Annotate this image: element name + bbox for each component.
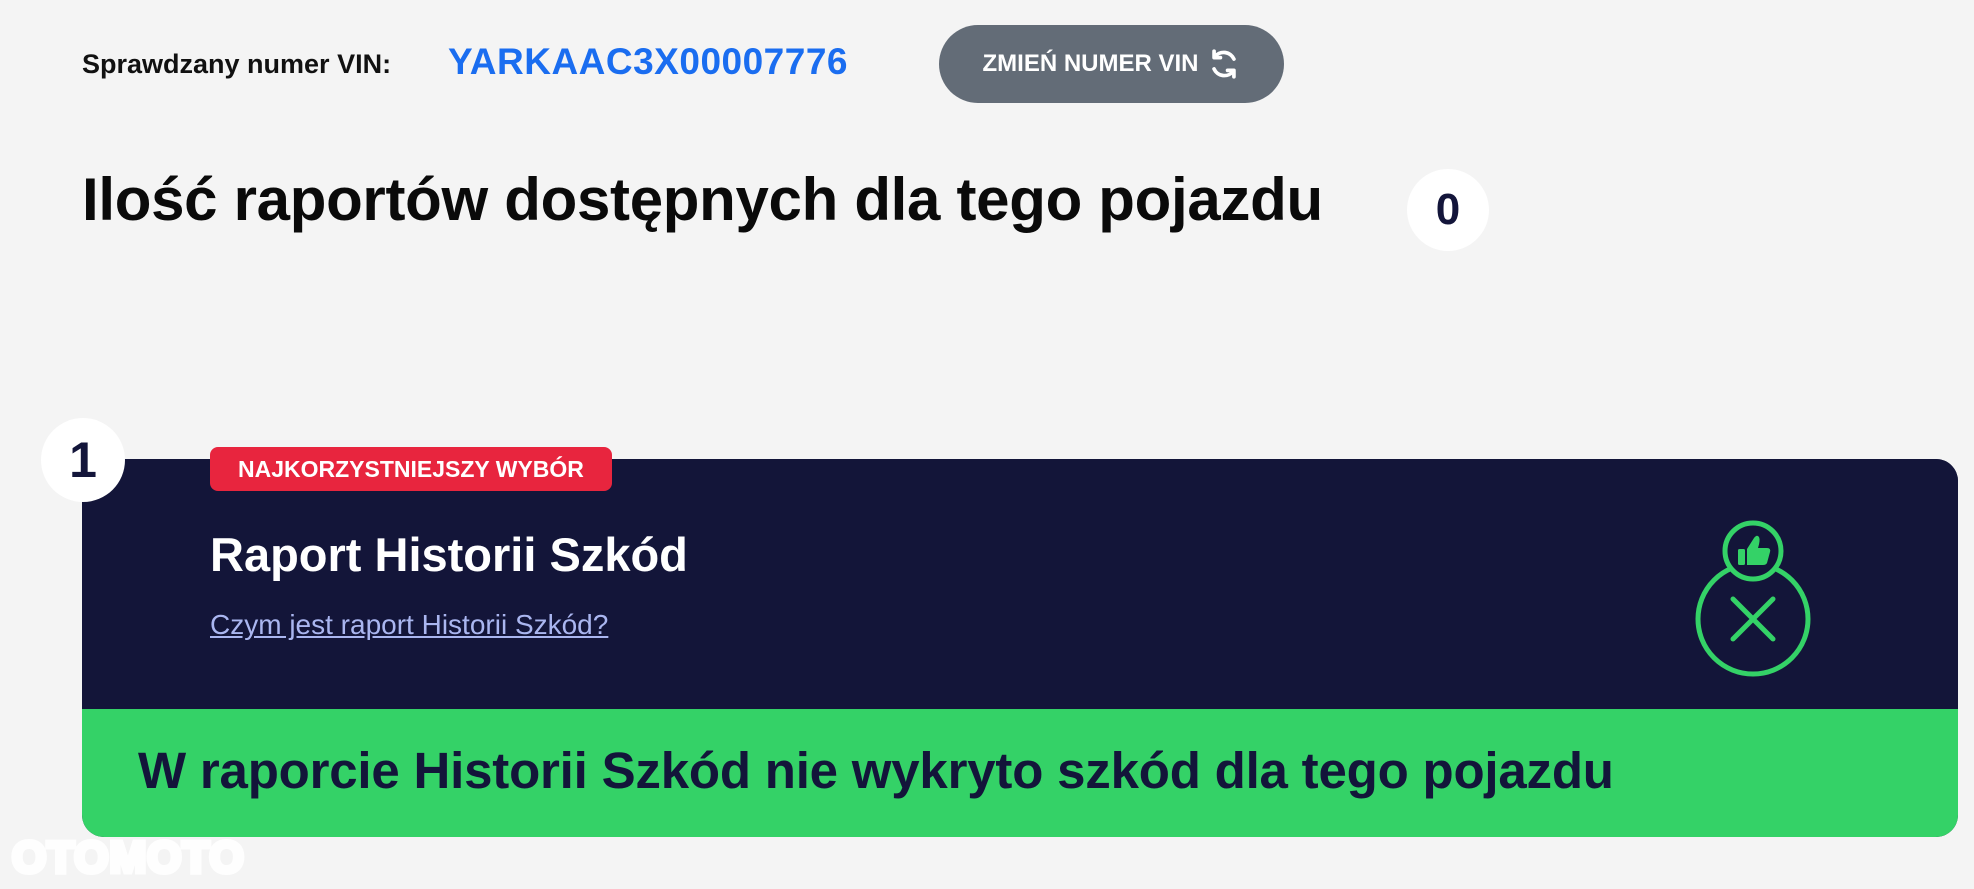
vin-value: YARKAAC3X00007776 — [448, 41, 848, 82]
otomoto-watermark-logo: OTOMOTO OTOMOTO — [10, 836, 246, 880]
reports-count-badge: 0 — [1407, 169, 1489, 251]
vin-row: Sprawdzany numer VIN: YARKAAC3X00007776 … — [82, 25, 1382, 103]
report-number-circle: 1 — [41, 418, 125, 502]
report-card-header: Raport Historii Szkód Czym jest raport H… — [82, 459, 1958, 709]
report-info-link[interactable]: Czym jest raport Historii Szkód? — [210, 609, 608, 641]
best-choice-badge: NAJKORZYSTNIEJSZY WYBÓR — [210, 447, 612, 491]
report-title: Raport Historii Szkód — [210, 528, 688, 581]
change-vin-button[interactable]: ZMIEŃ NUMER VIN — [939, 25, 1284, 103]
report-result-text: W raporcie Historii Szkód nie wykryto sz… — [138, 742, 1614, 799]
status-icon — [1695, 520, 1811, 677]
thumbs-up-icon — [1722, 520, 1784, 582]
report-card: Raport Historii Szkód Czym jest raport H… — [82, 459, 1958, 837]
svg-text:OTOMOTO: OTOMOTO — [12, 836, 245, 880]
reports-headline: Ilość raportów dostępnych dla tego pojaz… — [82, 166, 1323, 233]
refresh-icon — [1211, 49, 1236, 79]
vin-label: Sprawdzany numer VIN: — [82, 49, 392, 79]
change-vin-label: ZMIEŃ NUMER VIN — [982, 50, 1199, 77]
report-result-banner: W raporcie Historii Szkód nie wykryto sz… — [82, 709, 1958, 837]
